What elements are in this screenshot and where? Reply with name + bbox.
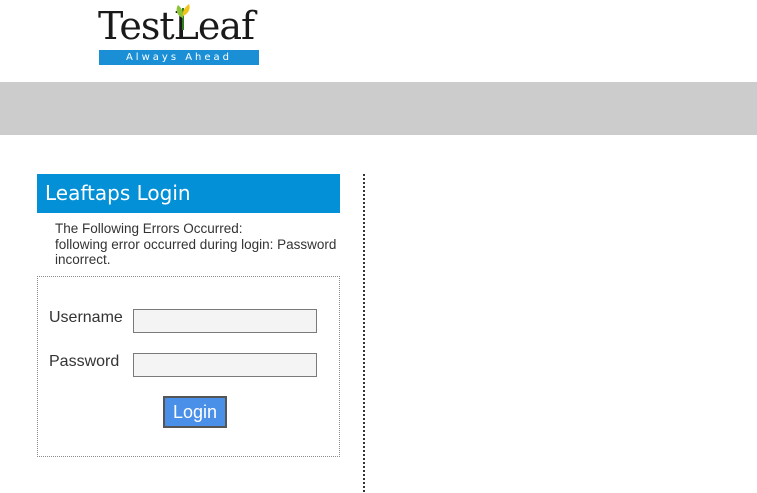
error-messages: The Following Errors Occurred: following… — [55, 221, 355, 268]
login-form: Username Password Login — [37, 276, 340, 457]
login-page: TestLeaf Always Ahead Leaftaps Login The… — [0, 0, 757, 493]
vertical-divider — [363, 174, 365, 492]
errors-heading: The Following Errors Occurred: — [55, 221, 243, 236]
error-message: following error occurred during login: P… — [55, 236, 337, 268]
header-bar — [0, 82, 757, 135]
testleaf-logo: TestLeaf Always Ahead — [98, 4, 260, 65]
login-header: Leaftaps Login — [37, 174, 340, 213]
password-label: Password — [49, 353, 120, 370]
leaf-icon — [176, 4, 190, 30]
logo-tagline: Always Ahead — [99, 50, 259, 65]
password-input[interactable] — [133, 353, 317, 377]
username-input[interactable] — [133, 309, 317, 333]
login-button[interactable]: Login — [163, 396, 227, 428]
username-label: Username — [49, 309, 123, 326]
